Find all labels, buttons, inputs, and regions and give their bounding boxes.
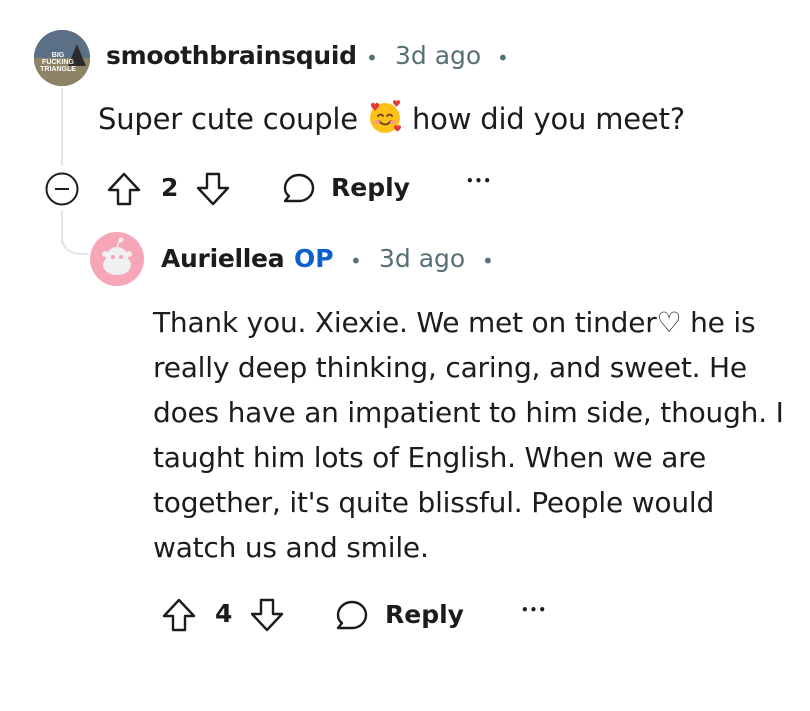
vote-count: 2: [161, 173, 179, 202]
comment-text-part: Super cute couple: [98, 102, 358, 136]
upvote-icon[interactable]: [106, 171, 142, 207]
meta-separator: •: [497, 46, 509, 70]
avatar[interactable]: [90, 232, 144, 286]
downvote-icon[interactable]: [195, 171, 231, 207]
meta-separator: •: [350, 249, 362, 273]
comment-bubble-icon: [334, 598, 370, 634]
reply-label: Reply: [385, 600, 464, 629]
upvote-icon[interactable]: [161, 597, 197, 633]
more-options-button[interactable]: •••: [521, 603, 547, 617]
smiling-face-with-hearts-icon: [367, 99, 403, 135]
reply-button[interactable]: Reply: [334, 596, 464, 636]
vote-count: 4: [215, 599, 233, 628]
meta-separator: •: [366, 46, 378, 70]
reply-label: Reply: [331, 173, 410, 202]
thread-line-curve: [61, 226, 89, 256]
collapse-icon[interactable]: [45, 172, 79, 206]
thread-line: [61, 88, 63, 166]
comment-bubble-icon: [281, 171, 317, 207]
more-options-button[interactable]: •••: [466, 174, 492, 188]
op-badge: OP: [294, 244, 334, 273]
reply-button[interactable]: Reply: [281, 169, 410, 209]
reply-author[interactable]: Auriellea: [161, 244, 285, 273]
comment-body: Super cute couple how did you meet?: [98, 99, 685, 139]
avatar[interactable]: BIG FUCKING TRIANGLE: [34, 30, 90, 86]
reply-body: Thank you. Xiexie. We met on tinder♡ he …: [153, 306, 784, 564]
downvote-icon[interactable]: [249, 597, 285, 633]
comment-time: 3d ago: [395, 41, 482, 70]
avatar-text: BIG FUCKING TRIANGLE: [40, 52, 76, 73]
comment-author[interactable]: smoothbrainsquid: [106, 41, 357, 70]
comment-text-part: how did you meet?: [411, 102, 685, 136]
reply-time: 3d ago: [379, 244, 466, 273]
meta-separator: •: [482, 249, 494, 273]
